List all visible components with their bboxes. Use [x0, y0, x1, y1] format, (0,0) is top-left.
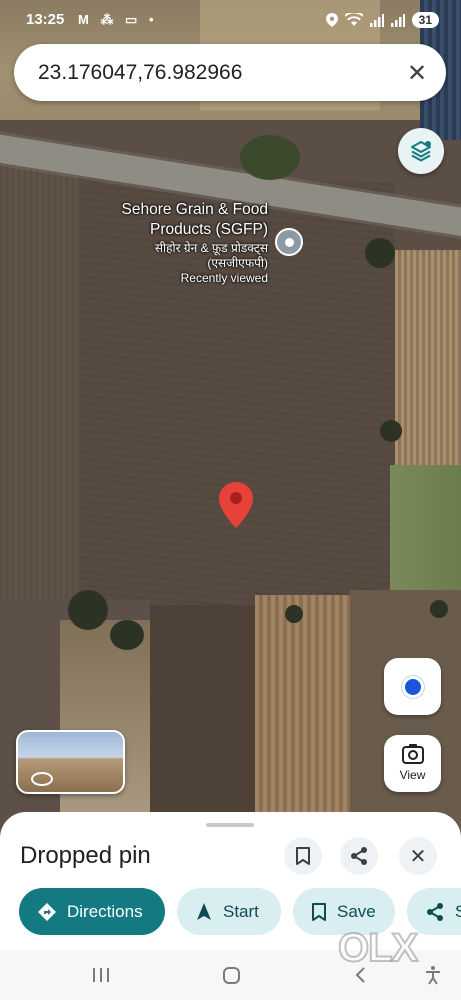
status-bar: 13:25 M ⁂ ▭ • 31 — [0, 0, 461, 40]
map-tree — [285, 605, 303, 623]
status-icons: 31 — [325, 12, 439, 28]
sheet-drag-handle[interactable] — [206, 823, 254, 827]
camera-view-icon — [401, 744, 424, 764]
start-button[interactable]: Start — [177, 888, 281, 935]
share-label: Sh — [455, 901, 461, 921]
dropped-pin-icon[interactable] — [219, 482, 253, 528]
close-icon[interactable]: ✕ — [402, 58, 432, 88]
place-label[interactable]: Sehore Grain & Food Products (SGFP) सीहो… — [100, 200, 268, 286]
view-button[interactable]: View — [384, 735, 441, 792]
bookmark-icon — [312, 902, 326, 921]
map-tree — [430, 600, 448, 618]
save-icon-button[interactable] — [284, 837, 322, 875]
signal-icon — [390, 13, 405, 27]
close-icon: ✕ — [409, 845, 427, 868]
map-tree — [365, 238, 395, 268]
directions-button[interactable]: Directions — [19, 888, 165, 935]
map-field — [350, 590, 461, 840]
map-tree — [68, 590, 108, 630]
map-tree — [110, 620, 144, 650]
map-field — [395, 250, 461, 465]
save-label: Save — [337, 901, 376, 921]
my-location-button[interactable] — [384, 658, 441, 715]
olx-watermark: OLX — [337, 925, 419, 971]
street-view-thumbnail[interactable] — [16, 730, 125, 794]
share-icon-button[interactable] — [340, 837, 378, 875]
share-icon — [351, 847, 367, 865]
search-bar[interactable]: 23.176047,76.982966 ✕ — [14, 44, 446, 101]
start-label: Start — [223, 901, 259, 921]
place-subtitle: Recently viewed — [180, 271, 268, 285]
home-nav-button[interactable] — [216, 960, 246, 990]
directions-icon — [38, 902, 56, 921]
notification-icons: M ⁂ ▭ • — [78, 12, 158, 27]
place-marker-icon[interactable] — [275, 228, 303, 256]
map-field — [150, 605, 260, 840]
signal-icon — [369, 13, 384, 27]
sheet-title: Dropped pin — [20, 842, 151, 869]
close-sheet-button[interactable]: ✕ — [399, 837, 437, 875]
recents-icon — [93, 968, 109, 982]
place-name-hindi: सीहोर ग्रेन & फ़ूड प्रोडक्ट्स (एसजीएफपी) — [154, 241, 268, 270]
share-icon — [427, 902, 443, 921]
place-name: Sehore Grain & Food Products (SGFP) — [121, 201, 268, 238]
map-field — [255, 595, 355, 840]
layers-button[interactable] — [398, 128, 444, 174]
battery-indicator: 31 — [411, 12, 439, 28]
map-tree — [380, 420, 402, 442]
home-icon — [222, 966, 240, 984]
wifi-icon — [344, 13, 363, 26]
search-input[interactable]: 23.176047,76.982966 — [38, 61, 242, 85]
location-icon — [325, 13, 338, 27]
recents-nav-button[interactable] — [86, 960, 116, 990]
view-label: View — [399, 768, 426, 782]
map-field — [0, 150, 85, 610]
status-time: 13:25 — [26, 11, 65, 28]
navigation-arrow-icon — [197, 902, 211, 920]
my-location-icon — [404, 678, 421, 695]
directions-label: Directions — [67, 901, 143, 921]
bookmark-icon — [296, 847, 310, 865]
map-field — [390, 465, 461, 590]
layers-icon — [411, 141, 431, 162]
street-view-360-icon — [31, 772, 53, 786]
map-tree — [240, 135, 300, 180]
